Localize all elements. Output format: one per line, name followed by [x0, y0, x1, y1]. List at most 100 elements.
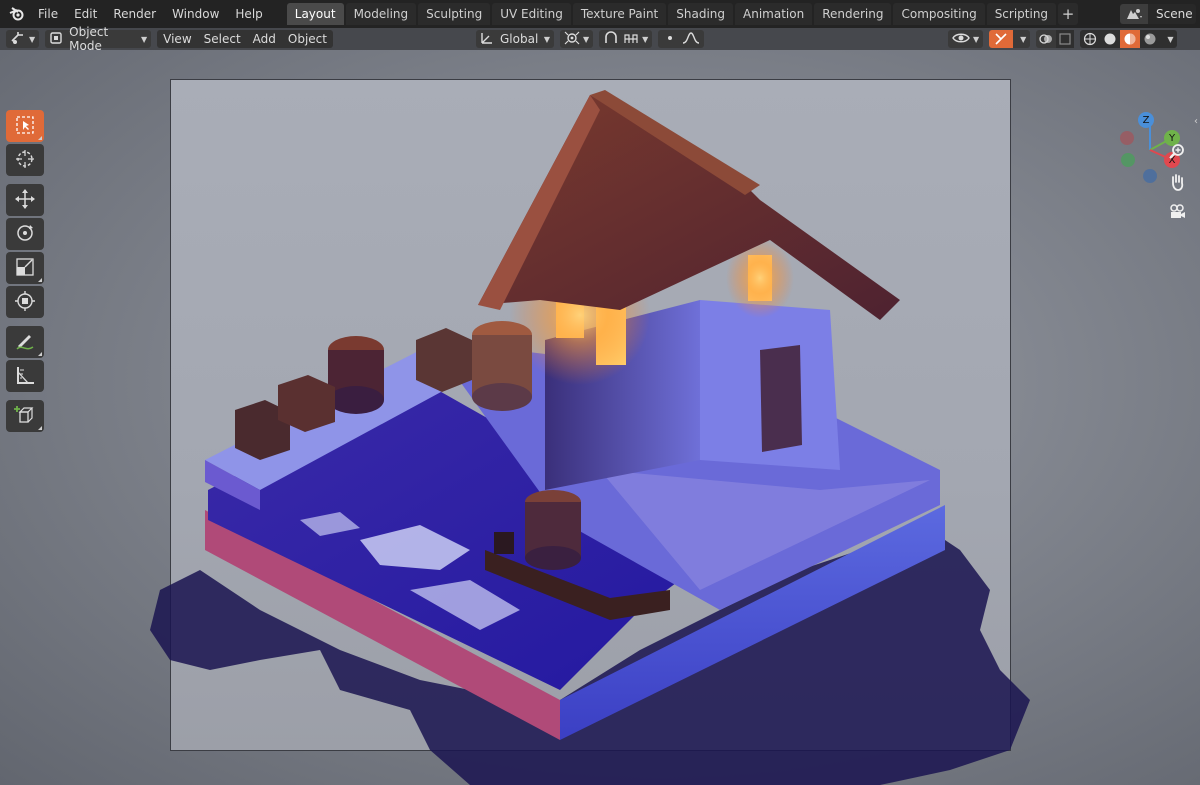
- visibility-button[interactable]: ▼: [948, 30, 984, 48]
- tab-animation[interactable]: Animation: [735, 3, 813, 25]
- menu-object[interactable]: Object: [282, 30, 333, 48]
- editor-type-icon: [10, 31, 26, 48]
- zoom-button[interactable]: [1164, 140, 1190, 166]
- shading-group: ▼: [1080, 30, 1178, 48]
- transform-tool[interactable]: [6, 286, 44, 318]
- falloff-icon[interactable]: [682, 31, 700, 48]
- barrel-1: [328, 336, 384, 414]
- editor-type-button[interactable]: ▼: [6, 30, 40, 48]
- orientation-label: Global: [500, 32, 539, 46]
- 3d-viewport[interactable]: Z Y X ‹: [0, 50, 1200, 785]
- camera-view-button[interactable]: [1164, 200, 1190, 226]
- eye-icon: [952, 31, 970, 48]
- xray-icon[interactable]: [1056, 30, 1075, 48]
- axis-z-button[interactable]: Z: [1138, 112, 1154, 128]
- proportional-edit-icon[interactable]: [662, 31, 678, 48]
- chevron-down-icon: ▼: [141, 34, 148, 44]
- chevron-down-icon: ▼: [29, 34, 36, 44]
- menu-window[interactable]: Window: [164, 0, 227, 28]
- annotate-tool[interactable]: [6, 326, 44, 358]
- zoom-magnifier-icon: [1168, 143, 1186, 164]
- tab-layout[interactable]: Layout: [286, 3, 344, 25]
- pan-button[interactable]: [1164, 170, 1190, 196]
- chevron-down-icon: ▼: [642, 34, 649, 44]
- top-bar: File Edit Render Window Help Layout Mode…: [0, 0, 1200, 28]
- mode-select[interactable]: Object Mode ▼: [45, 25, 152, 53]
- mode-label: Object Mode: [69, 25, 109, 53]
- orientation-select[interactable]: Global ▼: [476, 30, 554, 48]
- tab-scripting[interactable]: Scripting: [986, 3, 1057, 25]
- annotate-pencil-icon: [14, 330, 36, 355]
- tab-modeling[interactable]: Modeling: [345, 3, 417, 25]
- chevron-down-icon: ▼: [543, 34, 550, 44]
- scene-render: [150, 90, 1030, 785]
- orientation-icon: [480, 31, 494, 48]
- rotate-icon: [14, 222, 36, 247]
- menu-select[interactable]: Select: [198, 30, 247, 48]
- magnet-icon[interactable]: [603, 30, 619, 48]
- cursor-icon: [14, 148, 36, 173]
- workspace-tabs: Layout Modeling Sculpting UV Editing Tex…: [286, 0, 1079, 28]
- tab-compositing[interactable]: Compositing: [893, 3, 985, 25]
- tool-variants-indicator: [38, 426, 42, 430]
- add-cube-tool[interactable]: [6, 400, 44, 432]
- rotate-tool[interactable]: [6, 218, 44, 250]
- view-controls: ▼ ▼ ▼: [948, 30, 1178, 48]
- snap-group: ▼: [599, 30, 653, 48]
- measure-tool[interactable]: [6, 360, 44, 392]
- solid-shading-icon[interactable]: [1100, 30, 1120, 48]
- hand-icon: [1168, 173, 1186, 194]
- chevron-down-icon[interactable]: ▼: [1016, 35, 1030, 44]
- barrel-2: [472, 321, 532, 411]
- add-cube-icon: [14, 404, 36, 429]
- move-tool[interactable]: [6, 184, 44, 216]
- blender-logo-icon[interactable]: [4, 0, 30, 28]
- header-menus: View Select Add Object: [157, 30, 333, 48]
- scale-tool[interactable]: [6, 252, 44, 284]
- tab-rendering[interactable]: Rendering: [814, 3, 892, 25]
- tool-shelf: [6, 110, 44, 434]
- chevron-down-icon[interactable]: ▼: [1163, 35, 1177, 44]
- viewport-header: ▼ Object Mode ▼ View Select Add Object G…: [0, 25, 1200, 53]
- main-menu: File Edit Render Window Help: [30, 0, 271, 28]
- gizmo-toggle-group: ▼: [989, 30, 1031, 48]
- cursor-tool[interactable]: [6, 144, 44, 176]
- menu-add[interactable]: Add: [247, 30, 282, 48]
- snap-target-icon[interactable]: [623, 31, 639, 48]
- scale-icon: [14, 256, 36, 281]
- barrel-3: [525, 490, 581, 570]
- gizmo-icon[interactable]: [989, 30, 1014, 48]
- chevron-down-icon: ▼: [583, 34, 590, 44]
- add-workspace-button[interactable]: +: [1058, 3, 1079, 25]
- transform-controls: Global ▼ ▼ ▼: [476, 30, 705, 48]
- material-shading-icon[interactable]: [1120, 30, 1141, 48]
- menu-view[interactable]: View: [157, 30, 197, 48]
- tab-texture-paint[interactable]: Texture Paint: [572, 3, 667, 25]
- scene-selector[interactable]: Scene: [1120, 3, 1196, 25]
- move-icon: [14, 188, 36, 213]
- menu-edit[interactable]: Edit: [66, 0, 105, 28]
- select-box-tool[interactable]: [6, 110, 44, 142]
- menu-file[interactable]: File: [30, 0, 66, 28]
- tool-variants-indicator: [38, 352, 42, 356]
- menu-render[interactable]: Render: [105, 0, 164, 28]
- overlay-group: [1036, 30, 1075, 48]
- tab-shading[interactable]: Shading: [668, 3, 733, 25]
- scene-icon[interactable]: [1120, 4, 1148, 24]
- tool-variants-indicator: [38, 136, 42, 140]
- menu-help[interactable]: Help: [227, 0, 270, 28]
- wireframe-shading-icon[interactable]: [1080, 30, 1100, 48]
- rendered-shading-icon[interactable]: [1140, 30, 1160, 48]
- select-box-icon: [15, 115, 35, 138]
- chevron-down-icon: ▼: [973, 34, 980, 44]
- proportional-group: [658, 30, 705, 48]
- overlay-icon[interactable]: [1036, 30, 1056, 48]
- sidebar-toggle-icon[interactable]: ‹: [1194, 116, 1198, 127]
- tool-variants-indicator: [38, 278, 42, 282]
- pivot-point-button[interactable]: ▼: [560, 30, 594, 48]
- scene-name[interactable]: Scene: [1148, 4, 1196, 24]
- measure-ruler-icon: [14, 364, 36, 389]
- tab-sculpting[interactable]: Sculpting: [418, 3, 491, 25]
- transform-icon: [14, 290, 36, 315]
- tab-uv-editing[interactable]: UV Editing: [492, 3, 571, 25]
